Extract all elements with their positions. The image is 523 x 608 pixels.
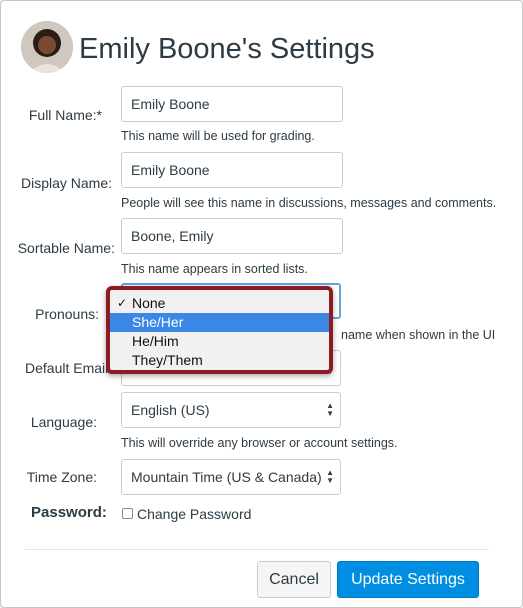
pronouns-label: Pronouns: (35, 306, 99, 322)
sortable-name-hint: This name appears in sorted lists. (121, 262, 308, 276)
language-label: Language: (30, 414, 97, 430)
select-arrows-icon: ▲▼ (326, 401, 334, 418)
pronoun-option-none[interactable]: ✓ None (110, 294, 329, 313)
language-hint: This will override any browser or accoun… (121, 436, 398, 450)
full-name-label: Full Name:* (28, 107, 102, 123)
checkmark-icon: ✓ (117, 296, 128, 310)
option-label: She/Her (132, 314, 184, 330)
sortable-name-label: Sortable Name: (17, 240, 115, 256)
pronouns-dropdown-menu: ✓ None She/Her He/Him They/Them (106, 286, 333, 374)
time-zone-value: Mountain Time (US & Canada) (- (131, 469, 335, 485)
sortable-name-input[interactable]: Boone, Emily (121, 218, 343, 254)
display-name-label: Display Name: (20, 175, 112, 191)
update-settings-button[interactable]: Update Settings (337, 561, 479, 598)
change-password-label[interactable]: Change Password (137, 506, 251, 522)
pronouns-hint: name when shown in the UI (341, 328, 496, 342)
pronoun-option-she-her[interactable]: She/Her (110, 313, 329, 332)
settings-panel: Emily Boone's Settings Full Name:* Emily… (0, 0, 523, 608)
display-name-input[interactable]: Emily Boone (121, 152, 343, 188)
divider (25, 549, 489, 550)
time-zone-label: Time Zone: (26, 469, 97, 485)
change-password-checkbox[interactable] (122, 508, 133, 519)
pronoun-option-they-them[interactable]: They/Them (110, 351, 329, 370)
full-name-hint: This name will be used for grading. (121, 129, 315, 143)
password-label: Password: (31, 504, 107, 521)
option-label: They/Them (132, 352, 203, 368)
display-name-hint: People will see this name in discussions… (121, 196, 497, 210)
language-value: English (US) (131, 402, 210, 418)
page-title: Emily Boone's Settings (79, 33, 375, 65)
full-name-input[interactable]: Emily Boone (121, 86, 343, 122)
select-arrows-icon: ▲▼ (326, 468, 334, 485)
cancel-button[interactable]: Cancel (257, 561, 331, 598)
pronoun-option-he-him[interactable]: He/Him (110, 332, 329, 351)
option-label: None (132, 295, 166, 311)
avatar (21, 21, 73, 73)
option-label: He/Him (132, 333, 179, 349)
language-select[interactable]: English (US) ▲ ▼ (121, 392, 341, 428)
default-email-label: Default Email (25, 360, 109, 376)
time-zone-select[interactable]: Mountain Time (US & Canada) (- ▲ ▼ (121, 459, 341, 495)
avatar-image (21, 21, 73, 73)
